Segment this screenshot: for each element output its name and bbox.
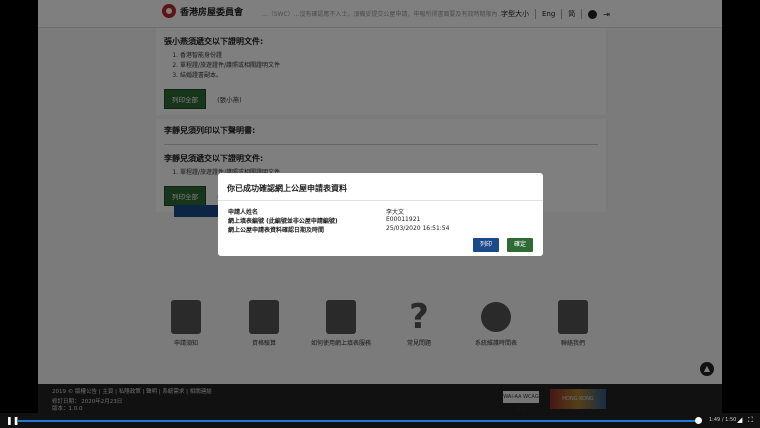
info-label: 申請人姓名 — [228, 209, 259, 216]
confirmation-dialog: 你已成功確認網上公屋申請表資料 申請人姓名 李大文 網上填表編號 (此編號並非公… — [218, 173, 543, 256]
fullscreen-icon[interactable]: ⛶ — [748, 416, 753, 425]
confirm-button[interactable]: 確定 — [507, 238, 533, 252]
info-label: 網上公屋申請表資料確認日期及時間 — [228, 227, 325, 234]
seek-handle[interactable] — [695, 417, 702, 424]
seek-bar[interactable] — [18, 420, 701, 422]
divider — [218, 200, 543, 201]
info-value: 25/03/2020 16:51:54 — [386, 225, 450, 232]
print-button[interactable]: 列印 — [473, 238, 499, 252]
volume-icon[interactable]: ◢ — [737, 416, 742, 424]
info-label: 網上填表編號 (此編號並非公屋申請編號) — [228, 218, 338, 225]
time-display: 1:49 / 1:50 — [709, 417, 737, 423]
video-player-controls: ❚❚ 1:49 / 1:50 ◢ ⛶ — [0, 413, 760, 428]
dialog-title: 你已成功確認網上公屋申請表資料 — [227, 184, 347, 193]
info-value: E00011921 — [386, 216, 421, 223]
info-value: 李大文 — [386, 209, 405, 216]
